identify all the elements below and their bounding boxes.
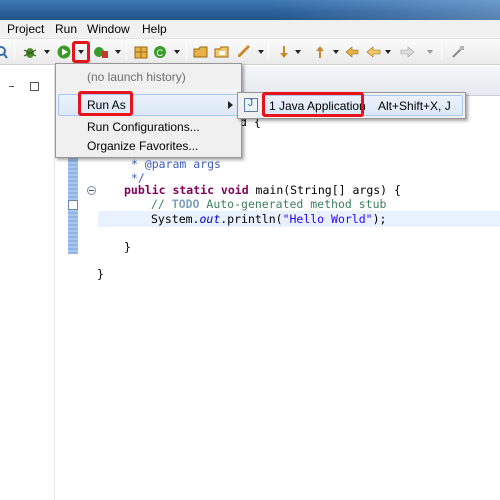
minimize-icon[interactable] (8, 83, 17, 92)
new-class-icon[interactable]: C (153, 45, 169, 59)
toolbar-separator (268, 44, 269, 60)
external-tools-dropdown-arrow[interactable] (115, 50, 121, 54)
search-icon[interactable] (0, 45, 12, 59)
toolbar-separator (441, 44, 442, 60)
last-edit-icon[interactable] (344, 45, 360, 59)
next-annotation-icon[interactable] (276, 45, 292, 59)
organize-favorites-item[interactable]: Organize Favorites... (87, 139, 198, 153)
debug-bug-icon[interactable] (22, 45, 38, 59)
toolbar-separator (14, 44, 15, 60)
toolbar-separator (126, 44, 127, 60)
code-line-javadoc-param: * @param args (124, 157, 221, 171)
code-line-todo: // TODO Auto-generated method stub (151, 197, 387, 211)
menu-run[interactable]: Run (55, 22, 77, 36)
menu-window[interactable]: Window (87, 22, 130, 36)
pin-editor-icon[interactable] (450, 45, 466, 59)
new-class-dropdown-arrow[interactable] (174, 50, 180, 54)
submenu-arrow-icon (228, 101, 233, 109)
main-toolbar: C (0, 39, 500, 65)
new-package-icon[interactable] (133, 45, 149, 59)
no-launch-history-item: (no launch history) (87, 70, 186, 84)
java-application-highlight (262, 92, 364, 117)
code-line-close-class: } (97, 267, 104, 281)
fold-collapse-icon[interactable] (87, 186, 96, 195)
forward-arrow-icon[interactable] (399, 45, 415, 59)
window-title-bar (0, 0, 500, 20)
menu-help[interactable]: Help (142, 22, 167, 36)
open-folder-icon[interactable] (214, 45, 230, 59)
java-application-shortcut: Alt+Shift+X, J (378, 99, 451, 113)
run-dropdown-arrow[interactable] (78, 50, 84, 54)
back-arrow-icon[interactable] (366, 45, 382, 59)
debug-dropdown-arrow[interactable] (44, 50, 50, 54)
open-type-folder-icon[interactable] (193, 45, 209, 59)
run-configurations-item[interactable]: Run Configurations... (87, 120, 200, 134)
pen-edit-icon[interactable] (236, 45, 252, 59)
code-line-close-method: } (124, 240, 131, 254)
toolbar-separator (186, 44, 187, 60)
external-tools-icon[interactable] (93, 45, 109, 59)
forward-dropdown-arrow[interactable] (427, 50, 433, 54)
menu-project[interactable]: Project (7, 22, 44, 36)
run-as-highlight (78, 91, 133, 116)
svg-text:C: C (157, 48, 164, 58)
prev-annotation-icon[interactable] (312, 45, 328, 59)
code-line-println: System.out.println("Hello World"); (151, 212, 387, 226)
code-line-main: public static void main(String[] args) { (124, 183, 401, 197)
prev-annotation-dropdown-arrow[interactable] (333, 50, 339, 54)
package-explorer-pane (0, 66, 55, 500)
run-play-icon[interactable] (57, 45, 73, 59)
maximize-icon[interactable] (30, 82, 39, 91)
title-bar-glow (270, 0, 500, 20)
next-annotation-dropdown-arrow[interactable] (295, 50, 301, 54)
menu-bar: Project Run Window Help (0, 20, 500, 39)
pen-dropdown-arrow[interactable] (258, 50, 264, 54)
back-dropdown-arrow[interactable] (385, 50, 391, 54)
task-marker-icon[interactable] (68, 200, 78, 210)
java-application-icon (244, 98, 258, 112)
